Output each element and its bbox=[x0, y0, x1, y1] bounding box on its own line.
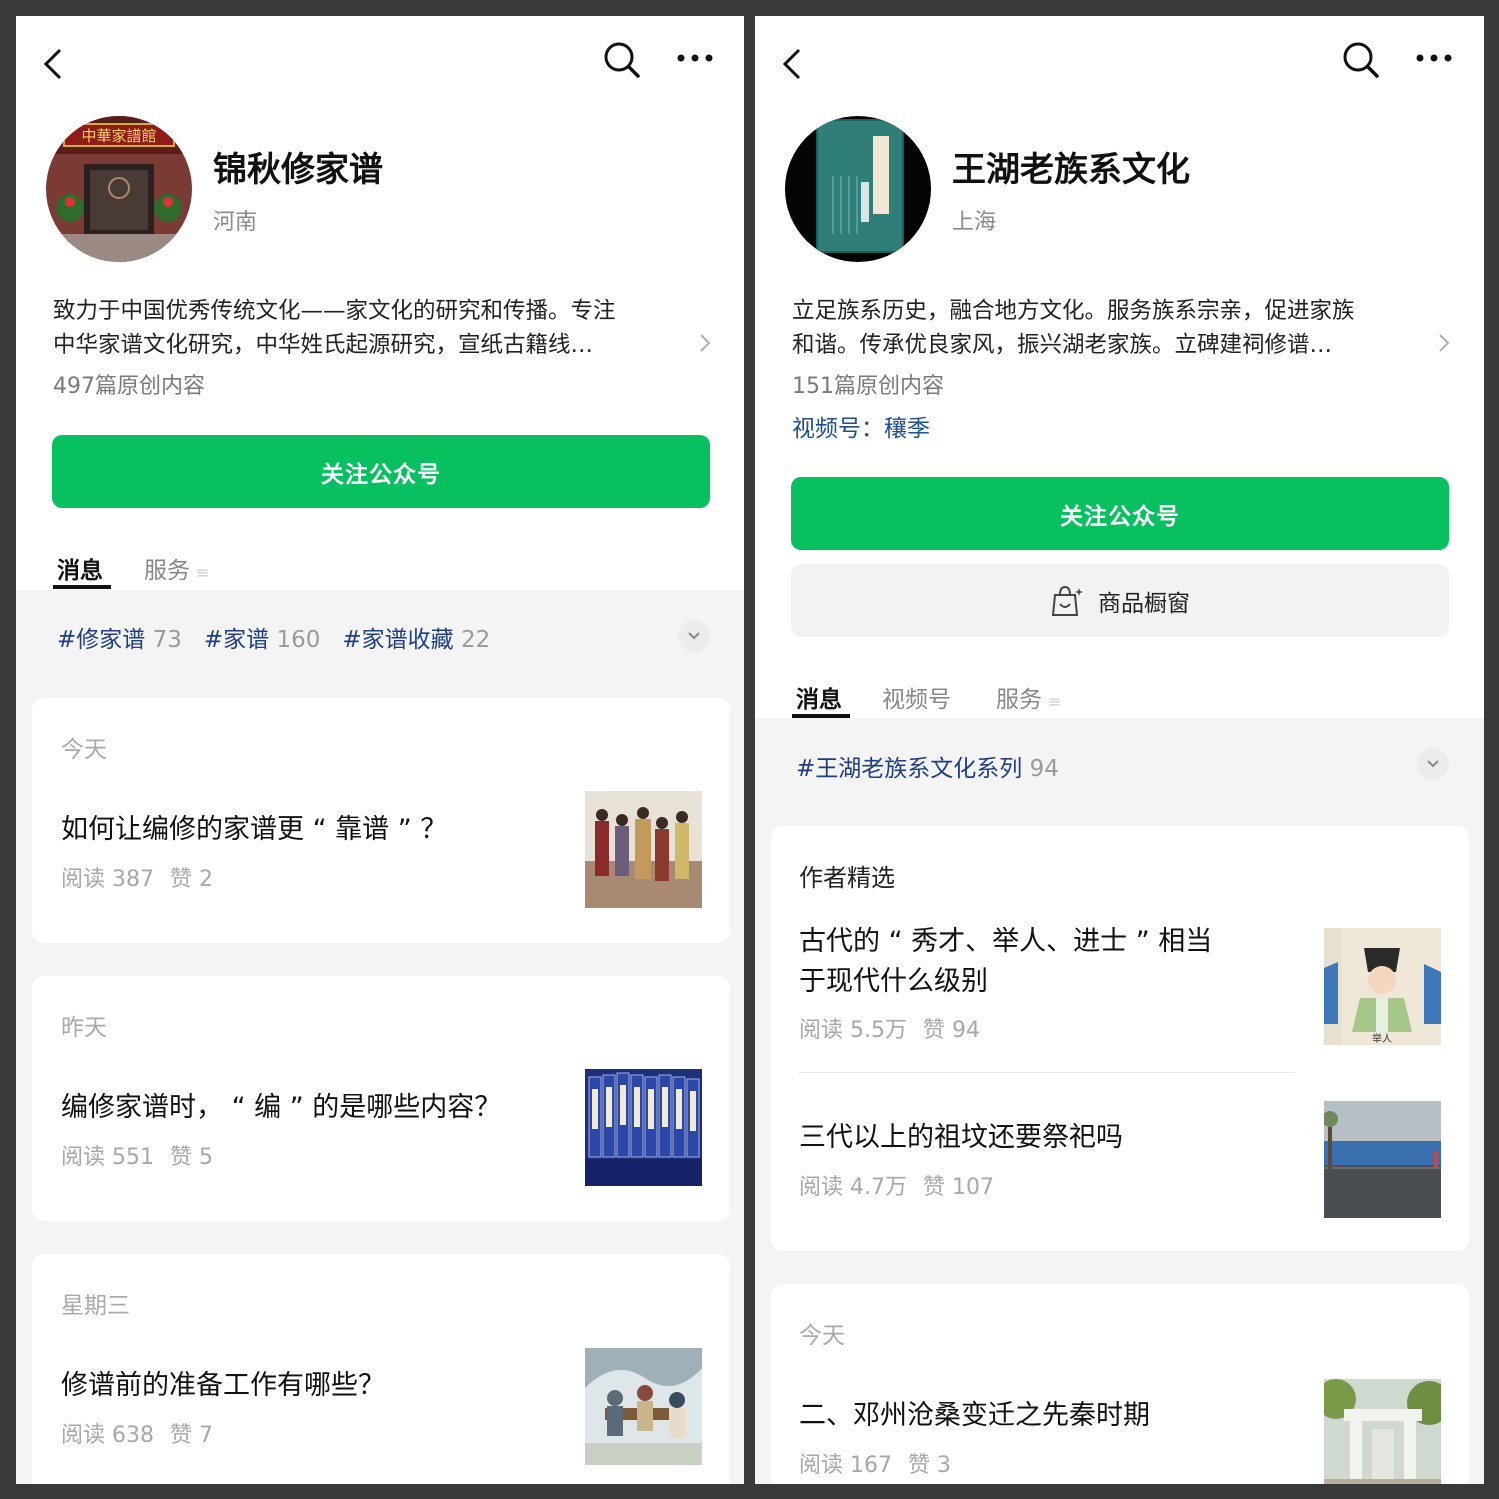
article-thumbnail[interactable] bbox=[585, 1069, 702, 1186]
follow-button[interactable]: 关注公众号 bbox=[52, 435, 710, 508]
article-thumbnail[interactable]: 举人 bbox=[1324, 928, 1441, 1045]
tag-item[interactable]: #家谱收藏 22 bbox=[342, 620, 490, 654]
article-stats: 阅读 638 赞 7 bbox=[61, 1423, 213, 1448]
article-title[interactable]: 古代的 “ 秀才、举人、进士 ” 相当 于现代什么级别 bbox=[799, 922, 1212, 1002]
menu-lines-icon: ≡ bbox=[196, 563, 210, 582]
tab-services[interactable]: 服务 ≡ bbox=[144, 551, 209, 585]
article-card[interactable]: 星期三 修谱前的准备工作有哪些？ 阅读 638 赞 7 bbox=[32, 1254, 730, 1484]
article-title[interactable]: 修谱前的准备工作有哪些？ bbox=[61, 1366, 385, 1406]
tab-messages[interactable]: 消息 bbox=[796, 680, 842, 714]
account-location: 上海 bbox=[952, 210, 997, 235]
article-title[interactable]: 如何让编修的家谱更 “ 靠谱 ” ？ bbox=[61, 810, 447, 850]
account-name: 锦秋修家谱 bbox=[213, 150, 383, 190]
search-icon[interactable] bbox=[602, 40, 642, 80]
article-title[interactable]: 编修家谱时， “ 编 ” 的是哪些内容？ bbox=[61, 1088, 501, 1128]
follow-button[interactable]: 关注公众号 bbox=[791, 477, 1449, 550]
author-picks-title: 作者精选 bbox=[799, 864, 895, 892]
description-line-1: 立足族系历史，融合地方文化。服务族系宗亲，促进家族 bbox=[792, 298, 1355, 324]
article-stats: 阅读 167 赞 3 bbox=[799, 1453, 951, 1478]
article-stats: 阅读 551 赞 5 bbox=[61, 1145, 213, 1170]
thumbnail-caption: 举人 bbox=[1372, 1032, 1392, 1045]
author-picks-card: 作者精选 古代的 “ 秀才、举人、进士 ” 相当 于现代什么级别 阅读 5.5万… bbox=[771, 826, 1469, 1251]
article-title[interactable]: 二、邓州沧桑变迁之先秦时期 bbox=[799, 1396, 1150, 1436]
article-thumbnail[interactable] bbox=[1324, 1101, 1441, 1218]
article-card[interactable]: 昨天 编修家谱时， “ 编 ” 的是哪些内容？ 阅读 551 赞 5 bbox=[32, 976, 730, 1221]
tag-row: #修家谱 73 #家谱 160 #家谱收藏 22 bbox=[57, 620, 490, 654]
tab-messages[interactable]: 消息 bbox=[57, 551, 103, 585]
video-channel-link[interactable]: 视频号：穰季 bbox=[792, 409, 930, 443]
tag-item[interactable]: #王湖老族系文化系列 94 bbox=[796, 749, 1059, 783]
shop-window-button[interactable]: 商品橱窗 bbox=[791, 564, 1449, 637]
tab-services[interactable]: 服务 ≡ bbox=[996, 680, 1061, 714]
article-thumbnail[interactable] bbox=[585, 1348, 702, 1465]
account-name: 王湖老族系文化 bbox=[952, 150, 1190, 190]
chevron-right-icon[interactable] bbox=[698, 332, 712, 354]
tab-video-channel[interactable]: 视频号 bbox=[882, 680, 951, 714]
description-line-2: 和谐。传承优良家风，振兴湖老家族。立碑建祠修谱… bbox=[792, 332, 1333, 358]
original-count: 151篇原创内容 bbox=[792, 374, 944, 399]
article-stats: 阅读 4.7万赞 107 bbox=[799, 1175, 994, 1200]
article-title[interactable]: 三代以上的祖坟还要祭祀吗 bbox=[799, 1118, 1123, 1158]
article-date: 今天 bbox=[799, 1323, 845, 1349]
article-stats: 阅读 5.5万赞 94 bbox=[799, 1018, 980, 1043]
article-date: 星期三 bbox=[61, 1293, 130, 1319]
description-line-1: 致力于中国优秀传统文化——家文化的研究和传播。专注 bbox=[53, 298, 616, 324]
article-stats: 阅读 387 赞 2 bbox=[61, 867, 213, 892]
account-profile-left: 中華家譜館 锦秋修家谱 河南 致力于中国优秀传统文化——家文化的研究和传播。专注… bbox=[16, 16, 744, 1484]
account-profile-right: 王湖老族系文化 上海 立足族系历史，融合地方文化。服务族系宗亲，促进家族 和谐。… bbox=[755, 16, 1484, 1484]
avatar-sign-text: 中華家譜館 bbox=[81, 127, 156, 145]
more-dots-icon[interactable] bbox=[1415, 52, 1453, 64]
back-arrow-icon[interactable] bbox=[38, 44, 68, 84]
account-location: 河南 bbox=[213, 210, 258, 235]
description-line-2: 中华家谱文化研究，中华姓氏起源研究，宣纸古籍线… bbox=[53, 332, 594, 358]
avatar[interactable] bbox=[785, 116, 931, 262]
divider bbox=[799, 1072, 1295, 1073]
article-date: 今天 bbox=[61, 737, 107, 763]
more-dots-icon[interactable] bbox=[676, 52, 714, 64]
back-arrow-icon[interactable] bbox=[777, 44, 807, 84]
chevron-right-icon[interactable] bbox=[1437, 332, 1451, 354]
tag-item[interactable]: #家谱 160 bbox=[204, 620, 321, 654]
shop-window-label: 商品橱窗 bbox=[1098, 590, 1190, 617]
search-icon[interactable] bbox=[1341, 40, 1381, 80]
account-description[interactable]: 立足族系历史，融合地方文化。服务族系宗亲，促进家族 和谐。传承优良家风，振兴湖老… bbox=[792, 294, 1355, 362]
original-count: 497篇原创内容 bbox=[53, 374, 205, 399]
article-date: 昨天 bbox=[61, 1015, 107, 1041]
article-card[interactable]: 今天 二、邓州沧桑变迁之先秦时期 阅读 167 赞 3 bbox=[771, 1284, 1469, 1484]
tab-active-indicator bbox=[53, 585, 111, 589]
menu-lines-icon: ≡ bbox=[1048, 692, 1062, 711]
shop-bag-icon bbox=[1051, 585, 1083, 616]
avatar[interactable]: 中華家譜館 bbox=[46, 116, 192, 262]
tag-item[interactable]: #修家谱 73 bbox=[57, 620, 182, 654]
chevron-down-icon[interactable] bbox=[1417, 748, 1449, 780]
article-thumbnail[interactable] bbox=[585, 791, 702, 908]
chevron-down-icon[interactable] bbox=[678, 620, 710, 652]
account-description[interactable]: 致力于中国优秀传统文化——家文化的研究和传播。专注 中华家谱文化研究，中华姓氏起… bbox=[53, 294, 616, 362]
article-card[interactable]: 今天 如何让编修的家谱更 “ 靠谱 ” ？ 阅读 387 赞 2 bbox=[32, 698, 730, 943]
article-thumbnail[interactable] bbox=[1324, 1379, 1441, 1484]
